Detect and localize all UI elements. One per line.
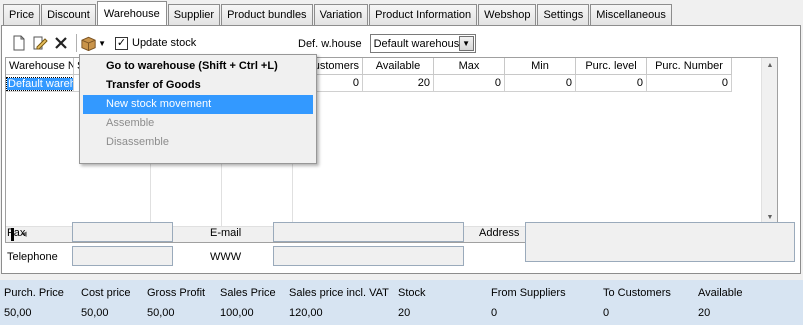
- tab-miscellaneous[interactable]: Miscellaneous: [590, 4, 672, 25]
- default-warehouse-field: Def. w.house Default warehouse ▼: [298, 34, 476, 53]
- summary-header: Cost price: [81, 287, 131, 299]
- cell-min[interactable]: 0: [505, 75, 576, 92]
- menu-item-assemble[interactable]: Assemble: [80, 114, 316, 133]
- col-min[interactable]: Min: [505, 58, 576, 75]
- col-available[interactable]: Available: [363, 58, 434, 75]
- vertical-scrollbar[interactable]: ▲ ▼: [761, 58, 777, 242]
- summary-value: 20: [698, 307, 711, 319]
- menu-item-new-stock-movement[interactable]: New stock movement: [83, 95, 313, 114]
- checkmark-icon[interactable]: ✓: [115, 36, 128, 50]
- tab-price[interactable]: Price: [3, 4, 41, 25]
- default-warehouse-label: Def. w.house: [298, 37, 362, 50]
- tab-supplier[interactable]: Supplier: [167, 4, 221, 25]
- summary-value: 0: [491, 307, 498, 319]
- summary-header: Sales Price: [220, 287, 276, 299]
- cell-warehouse-text: Default wareh: [6, 77, 73, 91]
- col-max[interactable]: Max: [434, 58, 505, 75]
- telephone-label: Telephone: [7, 251, 58, 263]
- summary-header: Stock: [398, 287, 426, 299]
- menu-item-disassemble[interactable]: Disassemble: [80, 133, 316, 152]
- email-label: E-mail: [210, 227, 242, 239]
- email-field[interactable]: [273, 222, 464, 242]
- summary-bar: Purch. Price Cost price Gross Profit Sal…: [0, 280, 803, 325]
- cell-purc-number[interactable]: 0: [647, 75, 732, 92]
- summary-value: 0: [603, 307, 610, 319]
- chevron-down-icon[interactable]: ▼: [458, 36, 474, 51]
- address-field[interactable]: [525, 222, 795, 262]
- toolbar-separator: [76, 34, 77, 52]
- fax-label: Fax: [7, 227, 26, 239]
- col-purc-level[interactable]: Purc. level: [576, 58, 647, 75]
- telephone-field[interactable]: [72, 246, 173, 266]
- summary-header: Purch. Price: [4, 287, 64, 299]
- actions-context-menu: Go to warehouse (Shift + Ctrl +L) Transf…: [79, 54, 317, 164]
- cell-purc-level[interactable]: 0: [576, 75, 647, 92]
- summary-header: Available: [698, 287, 743, 299]
- address-label: Address: [479, 227, 520, 239]
- tab-product-bundles[interactable]: Product bundles: [221, 4, 313, 25]
- tab-product-information[interactable]: Product Information: [369, 4, 478, 25]
- summary-value: 120,00: [289, 307, 323, 319]
- col-purc-number[interactable]: Purc. Number: [647, 58, 732, 75]
- summary-header: Sales price incl. VAT: [289, 287, 389, 299]
- cell-max[interactable]: 0: [434, 75, 505, 92]
- summary-value: 100,00: [220, 307, 254, 319]
- new-document-icon[interactable]: [10, 34, 28, 52]
- fax-field[interactable]: [72, 222, 173, 242]
- cell-available[interactable]: 20: [363, 75, 434, 92]
- delete-x-icon[interactable]: [52, 34, 70, 52]
- box-icon[interactable]: ▼: [80, 34, 106, 52]
- tab-variation[interactable]: Variation: [313, 4, 369, 25]
- scroll-up-icon[interactable]: ▲: [762, 58, 778, 74]
- summary-value: 50,00: [147, 307, 175, 319]
- summary-header: Gross Profit: [147, 287, 206, 299]
- summary-header: From Suppliers: [491, 287, 566, 299]
- update-stock-label: Update stock: [132, 37, 197, 49]
- summary-value: 50,00: [81, 307, 109, 319]
- default-warehouse-value: Default warehouse: [373, 37, 459, 50]
- tab-settings[interactable]: Settings: [537, 4, 590, 25]
- default-warehouse-select[interactable]: Default warehouse ▼: [369, 34, 476, 53]
- toolbar: ▼ ✓ Update stock: [10, 33, 196, 53]
- summary-header: To Customers: [603, 287, 671, 299]
- update-stock-checkbox[interactable]: ✓ Update stock: [115, 36, 197, 50]
- www-field[interactable]: [273, 246, 464, 266]
- cell-warehouse[interactable]: Default wareh: [6, 75, 74, 92]
- tab-warehouse[interactable]: Warehouse: [96, 1, 167, 25]
- summary-value: 50,00: [4, 307, 32, 319]
- menu-item-go-to-warehouse[interactable]: Go to warehouse (Shift + Ctrl +L): [80, 57, 316, 76]
- summary-value: 20: [398, 307, 411, 319]
- tab-webshop[interactable]: Webshop: [478, 4, 537, 25]
- tab-discount[interactable]: Discount: [41, 4, 96, 25]
- tab-bar: Price Discount Warehouse Supplier Produc…: [0, 0, 803, 26]
- col-warehouse-name[interactable]: Warehouse Na: [6, 58, 74, 75]
- www-label: WWW: [210, 251, 242, 263]
- menu-item-transfer-of-goods[interactable]: Transfer of Goods: [80, 76, 316, 95]
- edit-icon[interactable]: [31, 34, 49, 52]
